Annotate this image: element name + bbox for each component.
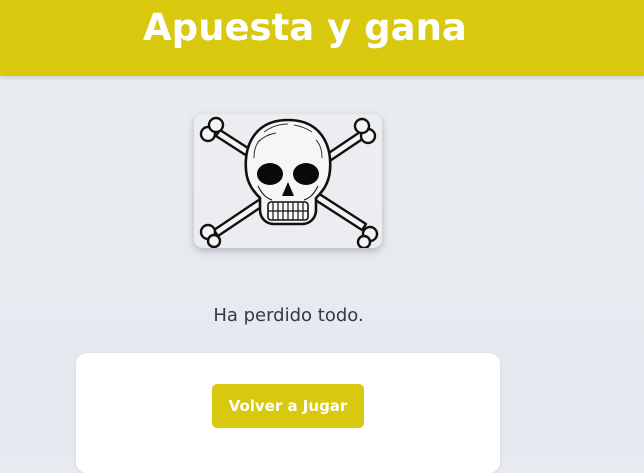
result-message: Ha perdido todo. (213, 305, 364, 326)
app-header: Apuesta y gana (0, 0, 644, 76)
app-title: Apuesta y gana (143, 6, 467, 49)
actions-panel: Volver a Jugar (76, 353, 500, 473)
skull-and-crossbones-icon (199, 116, 379, 248)
result-image (194, 114, 382, 248)
play-again-button[interactable]: Volver a Jugar (212, 384, 364, 428)
